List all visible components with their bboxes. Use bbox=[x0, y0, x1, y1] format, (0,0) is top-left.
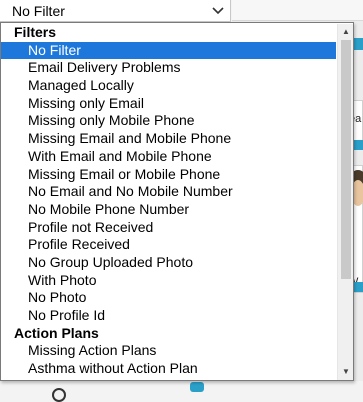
option-email-delivery-problems[interactable]: Email Delivery Problems bbox=[1, 59, 336, 77]
option-profile-not-received[interactable]: Profile not Received bbox=[1, 219, 336, 237]
background-panel-header bbox=[232, 0, 363, 21]
dropdown-scrollbar[interactable]: ▲ ▼ bbox=[337, 24, 353, 380]
option-missing-action-plans[interactable]: Missing Action Plans bbox=[1, 342, 336, 360]
option-no-profile-id[interactable]: No Profile Id bbox=[1, 307, 336, 325]
scrollbar-thumb[interactable] bbox=[341, 40, 351, 279]
option-no-mobile-phone-number[interactable]: No Mobile Phone Number bbox=[1, 201, 336, 219]
option-asthma-without-action-plan[interactable]: Asthma without Action Plan bbox=[1, 360, 336, 378]
option-profile-received[interactable]: Profile Received bbox=[1, 236, 336, 254]
option-managed-locally[interactable]: Managed Locally bbox=[1, 77, 336, 95]
option-no-filter[interactable]: No Filter bbox=[1, 41, 336, 60]
option-missing-email-and-mobile-phone[interactable]: Missing Email and Mobile Phone bbox=[1, 130, 336, 148]
option-with-email-and-mobile-phone[interactable]: With Email and Mobile Phone bbox=[1, 148, 336, 166]
optgroup-label-action-plans: Action Plans bbox=[14, 324, 99, 341]
filter-options: Filters No Filter Email Delivery Problem… bbox=[1, 24, 336, 380]
option-no-photo[interactable]: No Photo bbox=[1, 289, 336, 307]
option-missing-email-or-mobile-phone[interactable]: Missing Email or Mobile Phone bbox=[1, 166, 336, 184]
option-no-email-and-no-mobile-number[interactable]: No Email and No Mobile Number bbox=[1, 183, 336, 201]
filter-select[interactable]: No Filter bbox=[0, 0, 231, 22]
option-missing-only-mobile-phone[interactable]: Missing only Mobile Phone bbox=[1, 112, 336, 130]
option-with-photo[interactable]: With Photo bbox=[1, 272, 336, 290]
search-icon bbox=[52, 388, 66, 402]
chevron-down-icon bbox=[212, 7, 224, 15]
scroll-up-arrow-icon[interactable]: ▲ bbox=[338, 25, 354, 39]
option-missing-only-email[interactable]: Missing only Email bbox=[1, 95, 336, 113]
filter-dropdown-list[interactable]: Filters No Filter Email Delivery Problem… bbox=[0, 22, 354, 381]
background-teal-chip bbox=[190, 382, 204, 392]
optgroup-label-filters: Filters bbox=[14, 24, 57, 40]
option-no-group-uploaded-photo[interactable]: No Group Uploaded Photo bbox=[1, 254, 336, 272]
filter-select-value: No Filter bbox=[12, 3, 65, 19]
scroll-down-arrow-icon[interactable]: ▼ bbox=[338, 365, 354, 379]
